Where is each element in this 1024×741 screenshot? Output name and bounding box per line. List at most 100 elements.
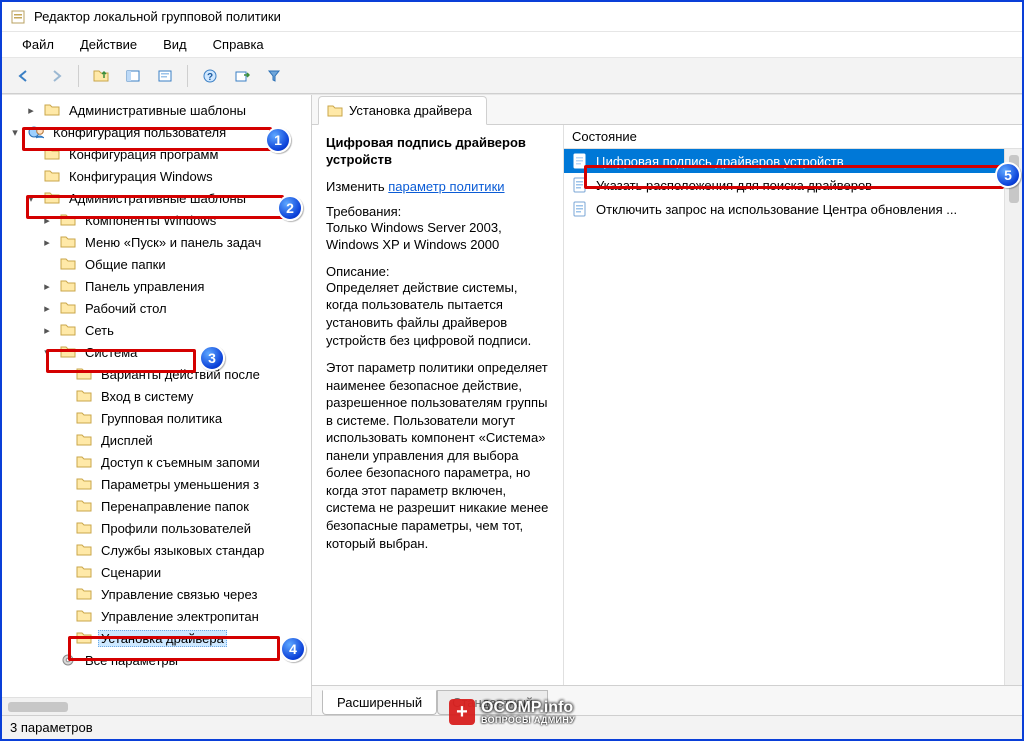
tree-item[interactable]: ▸Административные шаблоны [6, 99, 311, 121]
statusbar: 3 параметров [2, 715, 1022, 739]
tree-pane: ▸Административные шаблоны ▾Конфигурация … [2, 95, 312, 715]
tree-item[interactable]: ▸Доступ к съемным запоми [6, 451, 311, 473]
edit-policy-line: Изменить параметр политики [326, 179, 553, 194]
tree-item[interactable]: ▸Конфигурация Windows [6, 165, 311, 187]
tree-item-driver-install[interactable]: ▸Установка драйвера [6, 627, 311, 649]
tree-item-admin-templates[interactable]: ▾Административные шаблоны [6, 187, 311, 209]
content-tab-driver-install[interactable]: Установка драйвера [318, 96, 487, 125]
tree-item[interactable]: ▸Меню «Пуск» и панель задач [6, 231, 311, 253]
folder-icon [76, 433, 92, 447]
list-vertical-scrollbar[interactable] [1004, 149, 1022, 685]
requirements-text: Только Windows Server 2003, Windows XP и… [326, 219, 553, 254]
folder-icon [44, 169, 60, 183]
policy-list: Состояние Цифровая подпись драйверов уст… [564, 125, 1022, 685]
menubar: Файл Действие Вид Справка [2, 32, 1022, 58]
toolbar-separator [187, 65, 188, 87]
menu-action[interactable]: Действие [70, 35, 147, 54]
tree-item[interactable]: ▸Групповая политика [6, 407, 311, 429]
gear-icon [60, 653, 76, 667]
help-button[interactable]: ? [196, 63, 224, 89]
description-text-1: Определяет действие системы, когда польз… [326, 279, 553, 349]
folder-icon [44, 147, 60, 161]
description-label: Описание: [326, 264, 553, 279]
tree-item[interactable]: ▸Сценарии [6, 561, 311, 583]
folder-icon [60, 257, 76, 271]
list-column-header[interactable]: Состояние [564, 125, 1022, 149]
svg-text:?: ? [207, 72, 213, 83]
folder-icon [327, 104, 343, 118]
folder-icon [60, 345, 76, 359]
tab-standard[interactable]: Стандартный [437, 690, 548, 715]
list-item-label: Цифровая подпись драйверов устройств [596, 154, 844, 169]
forward-button[interactable] [42, 63, 70, 89]
tree-item[interactable]: ▸Профили пользователей [6, 517, 311, 539]
app-icon [10, 9, 26, 25]
tree-item[interactable]: ▸Конфигурация программ [6, 143, 311, 165]
tree-item[interactable]: ▸Сеть [6, 319, 311, 341]
list-item-label: Отключить запрос на использование Центра… [596, 202, 957, 217]
filter-button[interactable] [260, 63, 288, 89]
list-body: Цифровая подпись драйверов устройств Ука… [564, 149, 1022, 685]
content-tab-label: Установка драйвера [349, 103, 472, 118]
tree-item-all-settings[interactable]: ▸Все параметры [6, 649, 311, 671]
up-button[interactable] [87, 63, 115, 89]
toolbar-separator [78, 65, 79, 87]
policy-icon [572, 177, 588, 193]
tree-item[interactable]: ▸Вход в систему [6, 385, 311, 407]
folder-icon [44, 103, 60, 117]
folder-icon [60, 235, 76, 249]
content-pane: Установка драйвера Цифровая подпись драй… [312, 95, 1022, 715]
tree-item[interactable]: ▸Компоненты Windows [6, 209, 311, 231]
folder-icon [44, 191, 60, 205]
folder-icon [76, 521, 92, 535]
folder-icon [76, 631, 92, 645]
tree-item[interactable]: ▸Дисплей [6, 429, 311, 451]
tree-item[interactable]: ▸Общие папки [6, 253, 311, 275]
back-button[interactable] [10, 63, 38, 89]
tree-item[interactable]: ▸Перенаправление папок [6, 495, 311, 517]
tree-item[interactable]: ▸Управление электропитан [6, 605, 311, 627]
export-button[interactable] [228, 63, 256, 89]
menu-view[interactable]: Вид [153, 35, 197, 54]
tree-item[interactable]: ▸Варианты действий после [6, 363, 311, 385]
tree-item[interactable]: ▸Управление связью через [6, 583, 311, 605]
content-tabheader: Установка драйвера [312, 95, 1022, 125]
app-window: Редактор локальной групповой политики Фа… [0, 0, 1024, 741]
folder-icon [76, 543, 92, 557]
folder-icon [76, 411, 92, 425]
window-title: Редактор локальной групповой политики [34, 9, 281, 24]
policy-icon [572, 153, 588, 169]
toolbar: ? [2, 58, 1022, 94]
tab-extended[interactable]: Расширенный [322, 690, 437, 715]
folder-icon [76, 455, 92, 469]
panes-button[interactable] [119, 63, 147, 89]
tree-item[interactable]: ▸Службы языковых стандар [6, 539, 311, 561]
folder-icon [76, 389, 92, 403]
tree-item[interactable]: ▸Панель управления [6, 275, 311, 297]
tree-item-system[interactable]: ▾Система [6, 341, 311, 363]
tree-item[interactable]: ▸Параметры уменьшения з [6, 473, 311, 495]
bottom-tabs: Расширенный Стандартный [312, 685, 1022, 715]
list-item[interactable]: Отключить запрос на использование Центра… [564, 197, 1022, 221]
detail-column: Цифровая подпись драйверов устройств Изм… [312, 125, 564, 685]
folder-icon [60, 279, 76, 293]
menu-file[interactable]: Файл [12, 35, 64, 54]
folder-icon [76, 477, 92, 491]
content-body: Цифровая подпись драйверов устройств Изм… [312, 125, 1022, 685]
tree-scroll[interactable]: ▸Административные шаблоны ▾Конфигурация … [2, 95, 311, 697]
titlebar: Редактор локальной групповой политики [2, 2, 1022, 32]
list-item-selected[interactable]: Цифровая подпись драйверов устройств [564, 149, 1022, 173]
list-item-label: Указать расположения для поиска драйверо… [596, 178, 872, 193]
tree-horizontal-scrollbar[interactable] [2, 697, 311, 715]
folder-icon [60, 213, 76, 227]
edit-policy-link[interactable]: параметр политики [388, 179, 504, 194]
folder-icon [76, 565, 92, 579]
tree-item-user-configuration[interactable]: ▾Конфигурация пользователя [6, 121, 311, 143]
menu-help[interactable]: Справка [203, 35, 274, 54]
user-config-icon [28, 125, 44, 139]
folder-icon [76, 499, 92, 513]
list-item[interactable]: Указать расположения для поиска драйверо… [564, 173, 1022, 197]
tree-item[interactable]: ▸Рабочий стол [6, 297, 311, 319]
body: ▸Административные шаблоны ▾Конфигурация … [2, 94, 1022, 715]
properties-button[interactable] [151, 63, 179, 89]
